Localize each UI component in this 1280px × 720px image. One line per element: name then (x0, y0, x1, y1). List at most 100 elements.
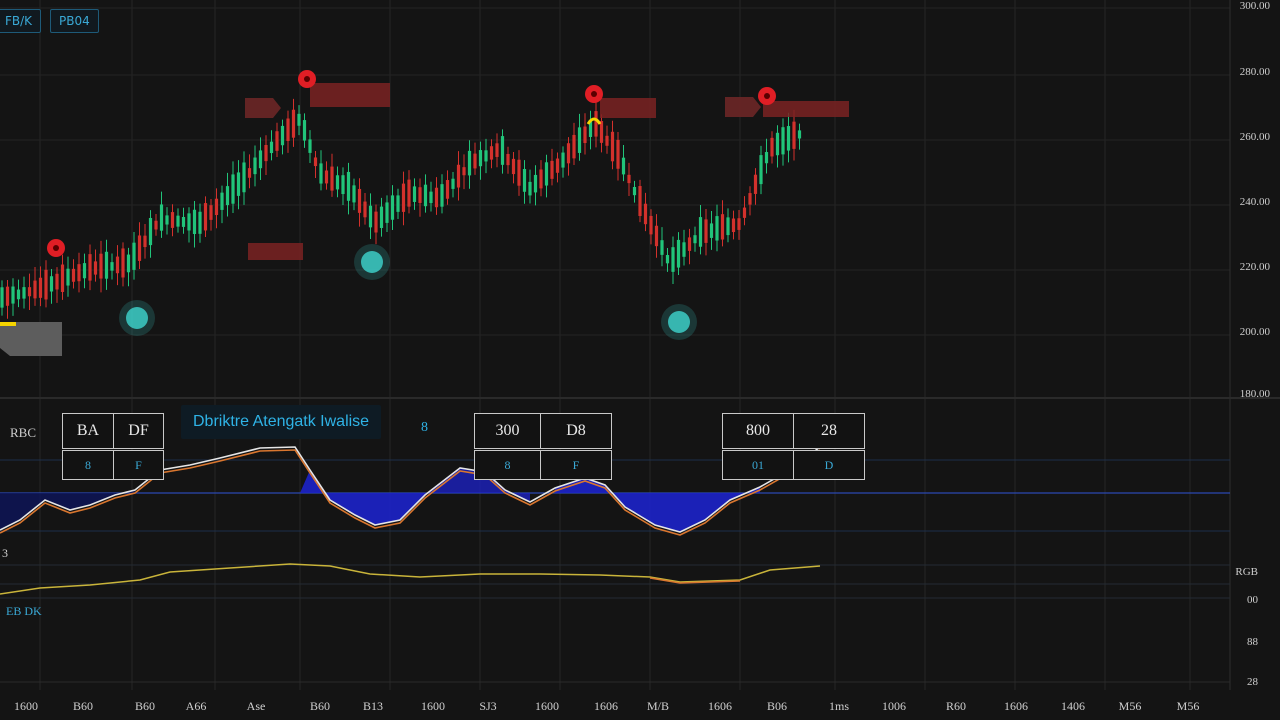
candle-body (709, 223, 714, 238)
candle-body (737, 218, 741, 230)
buy-signal-icon (126, 307, 148, 329)
price-axis-label: 240.00 (1239, 196, 1270, 208)
candle-body (445, 180, 450, 199)
price-chart[interactable] (0, 0, 1280, 720)
candle-body (555, 158, 560, 173)
price-axis-label: 200.00 (1239, 326, 1270, 338)
candle-body (599, 120, 604, 143)
candle-body (269, 141, 274, 154)
price-axis-label: 220.00 (1239, 261, 1270, 273)
candle-body (544, 162, 549, 186)
candle-body (209, 205, 213, 220)
candle-body (27, 287, 32, 297)
candle-body (88, 254, 92, 281)
candle-body (82, 263, 87, 279)
current-price-marker (0, 322, 16, 326)
time-axis-label: SJ3 (479, 699, 497, 713)
candle-body (786, 126, 791, 151)
time-axis-label: B60 (134, 699, 155, 713)
candle-body (467, 150, 472, 176)
lower-panel-label: EB DK (6, 604, 42, 618)
candle-body (49, 276, 54, 292)
candle-body (731, 218, 736, 233)
candle-body (654, 225, 659, 247)
candle-body (627, 174, 631, 184)
candle-body (561, 152, 565, 168)
candle-body (440, 184, 444, 207)
candle-body (253, 157, 257, 175)
candle-body (220, 192, 224, 210)
signal-markers (0, 70, 849, 356)
candle-body (632, 186, 637, 196)
time-axis-label: 1606 (1004, 699, 1028, 713)
candle-body (352, 185, 356, 203)
sell-label-flag (248, 243, 303, 260)
candle-body (33, 280, 37, 299)
candle-body (489, 146, 494, 160)
candle-body (231, 174, 235, 204)
candle-body (572, 134, 576, 159)
candle-body (390, 195, 395, 220)
candle-body (610, 131, 615, 162)
candle-body (473, 153, 477, 169)
candle-body (44, 269, 48, 300)
candle-body (16, 289, 21, 300)
candle-body (676, 239, 681, 268)
candle-body (126, 254, 131, 273)
candle-body (698, 217, 703, 247)
sell-label-flag (310, 83, 390, 107)
volume-axis-label: RGB (1235, 566, 1258, 578)
indicator-settings-icon[interactable]: 8 (421, 420, 428, 436)
candle-body (407, 179, 411, 207)
time-axis-label: 1ms (828, 699, 849, 713)
candle-body (522, 168, 527, 192)
time-axis-label: B60 (72, 699, 93, 713)
candle-body (715, 216, 719, 241)
arrow-flag-icon (245, 98, 281, 118)
price-axis-label: 300.00 (1239, 0, 1270, 12)
time-axis-label: 1600 (14, 699, 38, 713)
candle-body (308, 139, 312, 153)
arrow-flag-icon (725, 97, 761, 117)
volume-axis-label: 00 (1247, 594, 1258, 606)
indicator-title[interactable]: Dbriktre Atengatk Iwalise (181, 405, 382, 439)
candle-body (434, 187, 439, 208)
symbol-tag[interactable]: FB/K (0, 9, 42, 33)
candle-body (594, 111, 598, 137)
price-axis-label: 260.00 (1239, 131, 1270, 143)
indicator-box-c-value-2: 28 (793, 413, 865, 449)
candle-body (456, 164, 461, 188)
candle-body (93, 261, 98, 275)
candle-body (148, 217, 153, 246)
candle-body (66, 268, 70, 286)
time-axis-label: 1606 (708, 699, 732, 713)
volume-axis-label: 88 (1247, 636, 1258, 648)
indicator-box-b-sub-2: F (540, 450, 612, 480)
candle-body (115, 256, 120, 274)
sell-signal-dot (304, 76, 310, 82)
candle-body (170, 212, 175, 228)
candle-body (748, 193, 752, 205)
candle-body (643, 203, 648, 225)
candlestick-series (0, 98, 802, 319)
time-axis-label: 1406 (1061, 699, 1085, 713)
candle-body (181, 216, 186, 227)
candle-body (313, 157, 318, 167)
candle-body (451, 178, 455, 189)
candle-body (484, 150, 488, 162)
candle-body (0, 287, 4, 308)
indicator-box-b-value-2: D8 (540, 413, 612, 449)
candle-body (132, 242, 136, 270)
candle-body (55, 273, 59, 290)
time-axis-label: 1600 (535, 699, 559, 713)
time-axis-label: R60 (945, 699, 966, 713)
candle-body (258, 150, 263, 169)
candle-body (423, 184, 428, 207)
candle-body (154, 220, 158, 230)
sell-signal-dot (53, 245, 59, 251)
candle-body (638, 186, 642, 216)
volume-line-panel (0, 563, 821, 595)
candle-body (22, 287, 26, 299)
time-axis-label: 1606 (594, 699, 618, 713)
timeframe-tag[interactable]: PB04 (50, 9, 99, 33)
